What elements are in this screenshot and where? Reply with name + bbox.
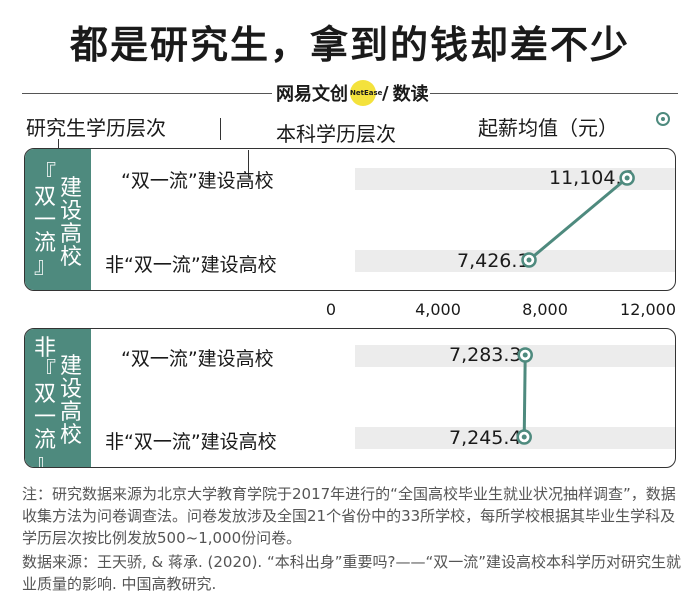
data-point-center — [526, 257, 532, 263]
connector-line — [528, 176, 629, 262]
footnote: 注：研究数据来源为北京大学教育学院于2017年进行的“全国高校毕业生就业状况抽样… — [22, 485, 676, 547]
data-point-center — [522, 352, 528, 358]
data-point-center — [521, 434, 527, 440]
source-note: 数据来源：王天骄, & 蒋承. (2020). “本科出身”重要吗?——“双一流… — [22, 553, 682, 593]
connector-line — [522, 354, 527, 438]
data-point-center — [624, 175, 630, 181]
